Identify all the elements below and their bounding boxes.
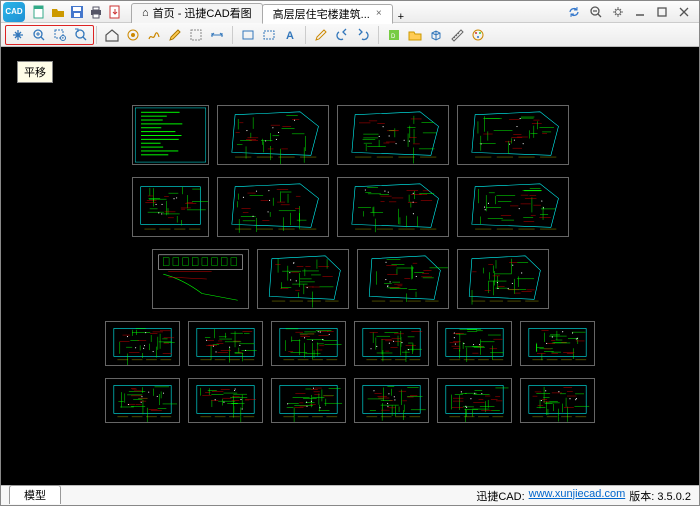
model-tab[interactable]: 模型 <box>9 485 61 504</box>
separator <box>378 26 379 44</box>
drawing-thumb-1-2[interactable] <box>337 177 449 237</box>
undo-tool[interactable] <box>333 26 351 44</box>
drawing-thumb-3-2[interactable] <box>271 321 346 366</box>
max-button[interactable] <box>653 4 671 20</box>
tab-label: 首页 - 迅捷CAD看图 <box>153 5 252 21</box>
drawing-thumb-0-0[interactable] <box>132 105 209 165</box>
export-dwg-tool[interactable]: D <box>385 26 403 44</box>
open-icon[interactable] <box>50 4 66 20</box>
document-tabs: ⌂ 首页 - 迅捷CAD看图 高层层住宅楼建筑... × + <box>131 1 565 23</box>
app-logo: CAD <box>3 2 25 22</box>
tool-group-0 <box>5 25 94 45</box>
drawing-thumb-4-4[interactable] <box>437 378 512 423</box>
settings-button[interactable] <box>609 4 627 20</box>
sync-button[interactable] <box>565 4 583 20</box>
status-version: 迅捷CAD: www.xunjiecad.com 版本: 3.5.0.2 <box>476 488 691 504</box>
tool-group-1 <box>99 25 230 45</box>
statusbar: 模型 迅捷CAD: www.xunjiecad.com 版本: 3.5.0.2 <box>1 485 699 505</box>
drawing-thumb-4-5[interactable] <box>520 378 595 423</box>
drawing-thumb-0-3[interactable] <box>457 105 569 165</box>
drawing-thumb-3-4[interactable] <box>437 321 512 366</box>
quick-access-toolbar <box>31 4 123 20</box>
svg-text:A: A <box>286 30 294 42</box>
3d-box-tool[interactable] <box>427 26 445 44</box>
tool-group-4: D <box>381 25 491 45</box>
tool-group-3 <box>308 25 376 45</box>
drawing-thumb-0-2[interactable] <box>337 105 449 165</box>
status-link[interactable]: www.xunjiecad.com <box>529 488 626 504</box>
drawing-thumb-4-2[interactable] <box>271 378 346 423</box>
drawing-thumb-2-0[interactable] <box>152 249 249 309</box>
titlebar: CAD ⌂ 首页 - 迅捷CAD看图 高层层住宅楼建筑... × + <box>1 1 699 23</box>
drawing-thumb-1-0[interactable] <box>132 177 209 237</box>
status-suffix: 版本: 3.5.0.2 <box>629 488 691 504</box>
drawing-thumb-3-3[interactable] <box>354 321 429 366</box>
drawing-thumb-2-1[interactable] <box>257 249 349 309</box>
drawing-thumb-2-2[interactable] <box>357 249 449 309</box>
palette-tool[interactable] <box>469 26 487 44</box>
export-icon[interactable] <box>107 4 123 20</box>
pan-tool[interactable] <box>9 26 27 44</box>
tooltip-pan: 平移 <box>17 61 53 83</box>
drawing-thumb-2-3[interactable] <box>457 249 549 309</box>
new-tab-button[interactable]: + <box>392 11 410 23</box>
folder-tool[interactable] <box>406 26 424 44</box>
print-icon[interactable] <box>88 4 104 20</box>
tab-0[interactable]: ⌂ 首页 - 迅捷CAD看图 <box>131 3 263 23</box>
zoom-circle-tool[interactable] <box>124 26 142 44</box>
file-icon[interactable] <box>31 4 47 20</box>
drawing-thumb-4-1[interactable] <box>188 378 263 423</box>
min-button[interactable] <box>631 4 649 20</box>
select-tool[interactable] <box>187 26 205 44</box>
layer-rect-tool[interactable] <box>239 26 257 44</box>
pencil-tool[interactable] <box>166 26 184 44</box>
polyline-tool[interactable] <box>145 26 163 44</box>
window-controls <box>565 4 693 20</box>
home-tool[interactable] <box>103 26 121 44</box>
drawing-thumb-4-0[interactable] <box>105 378 180 423</box>
close-button[interactable] <box>675 4 693 20</box>
dimension-tool[interactable] <box>208 26 226 44</box>
zoom-extents-tool[interactable] <box>30 26 48 44</box>
tool-group-2: A <box>235 25 303 45</box>
close-icon[interactable]: × <box>376 8 382 19</box>
drawing-thumb-1-3[interactable] <box>457 177 569 237</box>
edit-tool[interactable] <box>312 26 330 44</box>
home-icon: ⌂ <box>142 7 149 19</box>
drawing-thumb-3-5[interactable] <box>520 321 595 366</box>
drawing-thumb-0-1[interactable] <box>217 105 329 165</box>
drawing-thumb-4-3[interactable] <box>354 378 429 423</box>
status-prefix: 迅捷CAD: <box>476 488 524 504</box>
layer-dash-tool[interactable] <box>260 26 278 44</box>
drawing-thumbnails <box>1 47 699 437</box>
drawing-thumb-1-1[interactable] <box>217 177 329 237</box>
svg-text:D: D <box>391 34 396 40</box>
zoom-button[interactable] <box>587 4 605 20</box>
tab-label: 高层层住宅楼建筑... <box>273 6 370 22</box>
zoom-window-tool[interactable] <box>51 26 69 44</box>
drawing-thumb-3-0[interactable] <box>105 321 180 366</box>
tab-1[interactable]: 高层层住宅楼建筑... × <box>262 4 393 24</box>
drawing-canvas[interactable]: 平移 <box>1 47 699 485</box>
text-tool[interactable]: A <box>281 26 299 44</box>
zoom-realtime-tool[interactable] <box>72 26 90 44</box>
main-toolbar: AD <box>1 23 699 47</box>
measure-tool[interactable] <box>448 26 466 44</box>
separator <box>305 26 306 44</box>
redo-tool[interactable] <box>354 26 372 44</box>
separator <box>232 26 233 44</box>
separator <box>96 26 97 44</box>
save-icon[interactable] <box>69 4 85 20</box>
drawing-thumb-3-1[interactable] <box>188 321 263 366</box>
